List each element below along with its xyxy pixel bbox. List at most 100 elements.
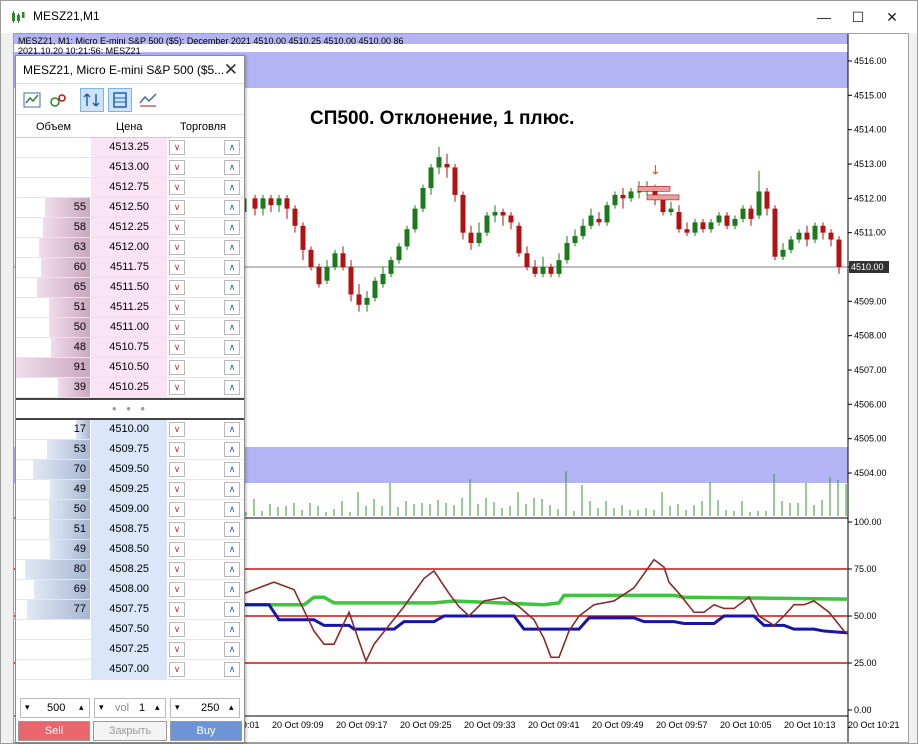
price-cell[interactable]: 4507.75 — [91, 600, 167, 619]
sell-limit-chevron-icon[interactable]: ∨ — [169, 542, 185, 557]
buy-limit-chevron-icon[interactable]: ∧ — [224, 380, 240, 395]
sell-limit-chevron-icon[interactable]: ∨ — [169, 380, 185, 395]
sell-limit-chevron-icon[interactable]: ∨ — [169, 662, 185, 677]
price-cell[interactable]: 4510.50 — [91, 358, 167, 377]
ask-row[interactable]: 63 4512.00 ∨ ∧ — [16, 238, 244, 258]
sell-limit-chevron-icon[interactable]: ∨ — [169, 220, 185, 235]
buy-limit-chevron-icon[interactable]: ∧ — [224, 220, 240, 235]
bid-row[interactable]: 4507.25 ∨ ∧ — [16, 640, 244, 660]
price-cell[interactable]: 4512.25 — [91, 218, 167, 237]
sell-limit-chevron-icon[interactable]: ∨ — [169, 462, 185, 477]
sell-limit-chevron-icon[interactable]: ∨ — [169, 602, 185, 617]
buy-limit-chevron-icon[interactable]: ∧ — [224, 200, 240, 215]
bid-row[interactable]: 49 4508.50 ∨ ∧ — [16, 540, 244, 560]
sell-limit-chevron-icon[interactable]: ∨ — [169, 422, 185, 437]
buy-limit-chevron-icon[interactable]: ∧ — [224, 602, 240, 617]
price-cell[interactable]: 4509.50 — [91, 460, 167, 479]
bid-row[interactable]: 77 4507.75 ∨ ∧ — [16, 600, 244, 620]
price-cell[interactable]: 4510.00 — [91, 420, 167, 439]
close-position-button[interactable]: Закрыть — [93, 721, 167, 741]
price-cell[interactable]: 4509.00 — [91, 500, 167, 519]
price-cell[interactable]: 4511.50 — [91, 278, 167, 297]
bid-row[interactable]: 51 4508.75 ∨ ∧ — [16, 520, 244, 540]
sell-limit-chevron-icon[interactable]: ∨ — [169, 200, 185, 215]
price-cell[interactable]: 4513.00 — [91, 158, 167, 177]
sell-limit-chevron-icon[interactable]: ∨ — [169, 340, 185, 355]
price-cell[interactable]: 4511.75 — [91, 258, 167, 277]
bid-row[interactable]: 4507.50 ∨ ∧ — [16, 620, 244, 640]
buy-limit-chevron-icon[interactable]: ∧ — [224, 180, 240, 195]
stepper-up-icon[interactable]: ▴ — [79, 702, 84, 713]
bid-row[interactable]: 53 4509.75 ∨ ∧ — [16, 440, 244, 460]
bid-row[interactable]: 80 4508.25 ∨ ∧ — [16, 560, 244, 580]
minimize-button[interactable]: — — [807, 1, 841, 33]
buy-limit-chevron-icon[interactable]: ∧ — [224, 502, 240, 517]
buy-limit-chevron-icon[interactable]: ∧ — [224, 240, 240, 255]
price-cell[interactable]: 4510.75 — [91, 338, 167, 357]
sell-limit-chevron-icon[interactable]: ∨ — [169, 442, 185, 457]
buy-limit-chevron-icon[interactable]: ∧ — [224, 542, 240, 557]
price-cell[interactable]: 4507.50 — [91, 620, 167, 639]
maximize-button[interactable]: ☐ — [841, 1, 875, 33]
ask-row[interactable]: 48 4510.75 ∨ ∧ — [16, 338, 244, 358]
levels-icon[interactable] — [108, 88, 132, 112]
price-cell[interactable]: 4510.25 — [91, 378, 167, 397]
ask-row[interactable]: 39 4510.25 ∨ ∧ — [16, 378, 244, 398]
ask-row[interactable]: 4512.75 ∨ ∧ — [16, 178, 244, 198]
bid-row[interactable]: 17 4510.00 ∨ ∧ — [16, 420, 244, 440]
stepper-up-icon[interactable]: ▴ — [229, 702, 234, 713]
sell-limit-chevron-icon[interactable]: ∨ — [169, 482, 185, 497]
ask-row[interactable]: 51 4511.25 ∨ ∧ — [16, 298, 244, 318]
dom-close-icon[interactable]: ✕ — [224, 60, 238, 80]
price-cell[interactable]: 4512.00 — [91, 238, 167, 257]
price-cell[interactable]: 4508.00 — [91, 580, 167, 599]
sell-limit-chevron-icon[interactable]: ∨ — [169, 180, 185, 195]
sell-limit-chevron-icon[interactable]: ∨ — [169, 300, 185, 315]
left-lot-value[interactable]: 500 — [47, 702, 65, 714]
right-lot-value[interactable]: 250 — [201, 702, 219, 714]
price-cell[interactable]: 4508.25 — [91, 560, 167, 579]
sell-limit-chevron-icon[interactable]: ∨ — [169, 642, 185, 657]
bid-row[interactable]: 69 4508.00 ∨ ∧ — [16, 580, 244, 600]
sell-button[interactable]: Sell — [18, 721, 90, 741]
volume-value[interactable]: 1 — [139, 702, 145, 714]
buy-limit-chevron-icon[interactable]: ∧ — [224, 160, 240, 175]
buy-limit-chevron-icon[interactable]: ∧ — [224, 582, 240, 597]
volume-stepper[interactable]: ▾ vol 1 ▴ — [94, 698, 166, 718]
sell-limit-chevron-icon[interactable]: ∨ — [169, 522, 185, 537]
ask-row[interactable]: 58 4512.25 ∨ ∧ — [16, 218, 244, 238]
left-lot-stepper[interactable]: ▾ 500 ▴ — [20, 698, 90, 718]
sell-limit-chevron-icon[interactable]: ∨ — [169, 502, 185, 517]
buy-limit-chevron-icon[interactable]: ∧ — [224, 662, 240, 677]
depth-icon[interactable] — [80, 88, 104, 112]
trades-icon[interactable] — [136, 88, 160, 112]
sell-limit-chevron-icon[interactable]: ∨ — [169, 360, 185, 375]
bid-row[interactable]: 50 4509.00 ∨ ∧ — [16, 500, 244, 520]
price-cell[interactable]: 4507.00 — [91, 660, 167, 679]
stepper-up-icon[interactable]: ▴ — [155, 702, 160, 713]
buy-limit-chevron-icon[interactable]: ∧ — [224, 340, 240, 355]
buy-limit-chevron-icon[interactable]: ∧ — [224, 300, 240, 315]
sell-limit-chevron-icon[interactable]: ∨ — [169, 140, 185, 155]
buy-limit-chevron-icon[interactable]: ∧ — [224, 522, 240, 537]
sell-limit-chevron-icon[interactable]: ∨ — [169, 260, 185, 275]
buy-limit-chevron-icon[interactable]: ∧ — [224, 482, 240, 497]
ask-row[interactable]: 4513.25 ∨ ∧ — [16, 138, 244, 158]
ask-row[interactable]: 65 4511.50 ∨ ∧ — [16, 278, 244, 298]
sell-limit-chevron-icon[interactable]: ∨ — [169, 240, 185, 255]
buy-limit-chevron-icon[interactable]: ∧ — [224, 280, 240, 295]
stepper-down-icon[interactable]: ▾ — [175, 702, 180, 713]
ask-row[interactable]: 60 4511.75 ∨ ∧ — [16, 258, 244, 278]
buy-limit-chevron-icon[interactable]: ∧ — [224, 360, 240, 375]
sell-limit-chevron-icon[interactable]: ∨ — [169, 582, 185, 597]
ask-row[interactable]: 91 4510.50 ∨ ∧ — [16, 358, 244, 378]
buy-button[interactable]: Buy — [170, 721, 242, 741]
sell-limit-chevron-icon[interactable]: ∨ — [169, 160, 185, 175]
price-cell[interactable]: 4511.00 — [91, 318, 167, 337]
buy-limit-chevron-icon[interactable]: ∧ — [224, 562, 240, 577]
price-cell[interactable]: 4508.50 — [91, 540, 167, 559]
ticks-icon[interactable] — [46, 88, 70, 112]
buy-limit-chevron-icon[interactable]: ∧ — [224, 422, 240, 437]
bid-row[interactable]: 70 4509.50 ∨ ∧ — [16, 460, 244, 480]
sell-limit-chevron-icon[interactable]: ∨ — [169, 562, 185, 577]
